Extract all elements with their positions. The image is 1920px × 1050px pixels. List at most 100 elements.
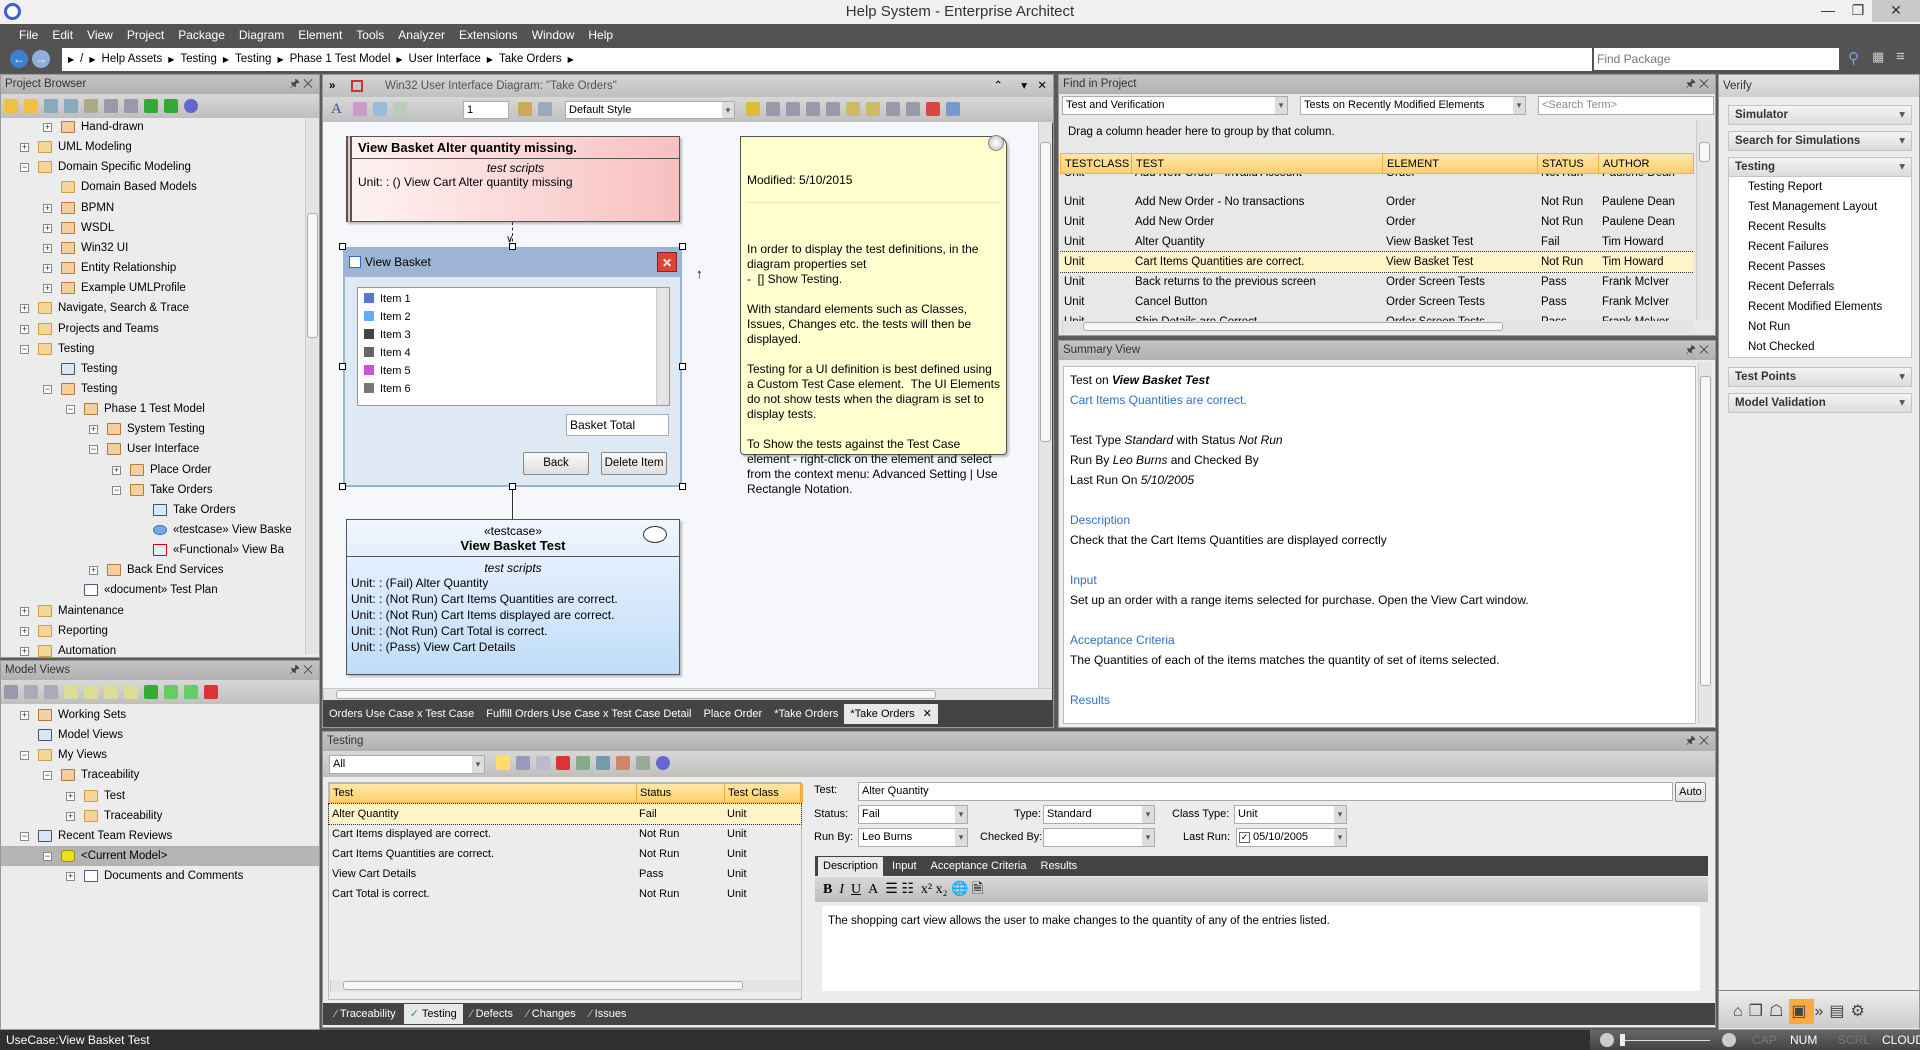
auto-button[interactable]: Auto	[1675, 782, 1706, 802]
search-view-icon[interactable]	[24, 685, 38, 699]
window-close-icon[interactable]: ✕	[657, 252, 677, 272]
hamburger-menu-icon[interactable]: ≡	[1896, 48, 1905, 65]
diagram-vscrollbar[interactable]	[1038, 122, 1052, 688]
collapse-icon[interactable]: −	[89, 445, 98, 455]
resize-handle[interactable]	[339, 363, 346, 370]
new-element-icon[interactable]	[64, 99, 78, 113]
run-by-select[interactable]: Leo Burns	[858, 828, 968, 847]
search-simulations-section[interactable]: Search for Simulations	[1728, 131, 1912, 151]
table-row[interactable]: Alter Quantity Fail Unit	[328, 803, 802, 825]
pin-close-icons[interactable]: 🖈 ✕	[1685, 732, 1709, 750]
tree-item[interactable]: Take Orders	[1, 500, 303, 520]
expand-icon[interactable]: +	[20, 304, 29, 314]
close-tab-icon[interactable]: ✕	[923, 708, 932, 720]
new-view-icon[interactable]	[84, 685, 98, 699]
description-editor[interactable]: The shopping cart view allows the user t…	[822, 906, 1700, 991]
collapse-icon[interactable]: −	[43, 384, 52, 394]
tree-item[interactable]: + BPMN	[1, 198, 303, 218]
text-color-icon[interactable]: A	[868, 882, 878, 897]
verify-icon[interactable]: ▣	[1789, 999, 1815, 1024]
expand-icon[interactable]: +	[43, 264, 52, 274]
zoom-slider[interactable]	[1620, 1040, 1710, 1041]
tree-item[interactable]: + Documents and Comments	[1, 866, 319, 886]
tree-item[interactable]: − <Current Model>	[1, 846, 319, 867]
underline-icon[interactable]: U	[851, 882, 861, 897]
tree-item[interactable]: − Domain Specific Modeling	[1, 157, 303, 177]
expand-icon[interactable]: +	[20, 143, 29, 153]
zoom-out-icon[interactable]	[1600, 1033, 1614, 1047]
hierarchy-icon[interactable]: ☖	[1769, 1003, 1789, 1020]
collapse-icon[interactable]: −	[20, 163, 29, 173]
tree-item[interactable]: + Traceability	[1, 806, 319, 826]
diagram-tab[interactable]: *Take Orders ✕	[844, 704, 938, 724]
expand-icon[interactable]: +	[20, 606, 29, 616]
tree-item[interactable]: + Navigate, Search & Trace	[1, 298, 303, 318]
back-nav-icon[interactable]: ←	[10, 50, 28, 68]
tree-item[interactable]: + UML Modeling	[1, 137, 303, 157]
forward-nav-icon[interactable]: →	[32, 50, 50, 68]
verify-testing-item[interactable]: Recent Results	[1748, 221, 1826, 233]
same-height-icon[interactable]	[866, 102, 880, 116]
search-icon[interactable]	[44, 685, 58, 699]
table-row[interactable]: UnitShip Details are CorrectOrder Screen…	[1060, 312, 1694, 321]
table-row[interactable]: Unit Cancel Button Order Screen Tests Pass F…	[1060, 292, 1694, 312]
test-name-field[interactable]: Alter Quantity	[858, 782, 1673, 801]
home-icon[interactable]: ⌂	[1733, 1003, 1749, 1020]
detail-tab[interactable]: Acceptance Criteria	[926, 857, 1032, 876]
collapse-icon[interactable]: −	[66, 405, 75, 415]
column-header[interactable]: AUTHOR	[1599, 154, 1694, 174]
new-folder-icon[interactable]	[64, 685, 78, 699]
tests-hscrollbar[interactable]	[330, 980, 800, 992]
superscript-icon[interactable]: x²	[921, 882, 932, 897]
menu-window[interactable]: Window	[525, 24, 582, 46]
column-header[interactable]: Test	[330, 784, 637, 803]
breadcrumb-item[interactable]: Phase 1 Test Model	[290, 53, 391, 65]
help-icon[interactable]	[184, 99, 198, 113]
chevrons-icon[interactable]: »	[1814, 1003, 1829, 1020]
expand-icon[interactable]: +	[112, 465, 121, 475]
list-item[interactable]: Item 5	[364, 362, 411, 380]
table-row[interactable]: Unit Alter Quantity View Basket Test Fail Ti…	[1060, 232, 1694, 252]
expand-icon[interactable]: +	[20, 646, 29, 656]
resize-handle[interactable]	[679, 483, 686, 490]
find-hscrollbar[interactable]	[1062, 321, 1694, 333]
diagram-tab[interactable]: *Take Orders	[768, 704, 844, 724]
checked-by-select[interactable]	[1043, 828, 1155, 847]
model-validation-section[interactable]: Model Validation	[1728, 393, 1912, 413]
print-icon[interactable]	[596, 756, 610, 770]
tree-item[interactable]: «document» Test Plan	[1, 580, 303, 600]
search-term-input[interactable]: <Search Term>	[1538, 96, 1714, 115]
resize-handle[interactable]	[339, 483, 346, 490]
slideshow-icon[interactable]	[124, 685, 138, 699]
properties-icon[interactable]	[4, 685, 18, 699]
last-run-checkbox[interactable]: ✓	[1239, 832, 1250, 843]
move-down-icon[interactable]	[184, 685, 198, 699]
column-header[interactable]: TESTCLASS	[1061, 154, 1132, 174]
tree-item[interactable]: − Testing	[1, 339, 303, 359]
tree-item[interactable]: + Automation	[1, 641, 303, 661]
verify-testing-item[interactable]: Testing Report	[1748, 181, 1822, 193]
hyperlink-icon[interactable]: 🌐	[951, 882, 968, 897]
save-icon[interactable]	[516, 756, 530, 770]
category-select[interactable]: Test and Verification	[1062, 96, 1288, 115]
breadcrumb-item[interactable]: Take Orders	[499, 53, 562, 65]
expand-icon[interactable]: +	[89, 566, 98, 576]
tree-item[interactable]: «Functional» View Ba	[1, 540, 303, 560]
summary-scrollbar[interactable]	[1698, 362, 1712, 724]
resize-handle[interactable]	[679, 243, 686, 250]
bottom-tab[interactable]: ⁄ Changes	[521, 1004, 582, 1024]
new-diagram-icon[interactable]	[44, 99, 58, 113]
table-row[interactable]: Unit Cart Items Quantities are correct. Vi…	[1060, 251, 1694, 273]
find-vscrollbar[interactable]	[1696, 120, 1712, 320]
font-icon[interactable]: A	[331, 101, 342, 118]
tree-item[interactable]: − Traceability	[1, 765, 319, 785]
type-select[interactable]: Standard	[1043, 805, 1155, 824]
dropdown-icon[interactable]: ▾	[1021, 75, 1027, 97]
menu-project[interactable]: Project	[120, 24, 171, 46]
delete-icon[interactable]	[926, 102, 940, 116]
tree-item[interactable]: «testcase» View Baske	[1, 520, 303, 540]
bullet-list-icon[interactable]: ☰	[885, 882, 898, 897]
project-browser-scrollbar[interactable]	[305, 118, 319, 654]
test-filter-select[interactable]: All	[329, 755, 485, 774]
list-item[interactable]: Item 2	[364, 308, 411, 326]
